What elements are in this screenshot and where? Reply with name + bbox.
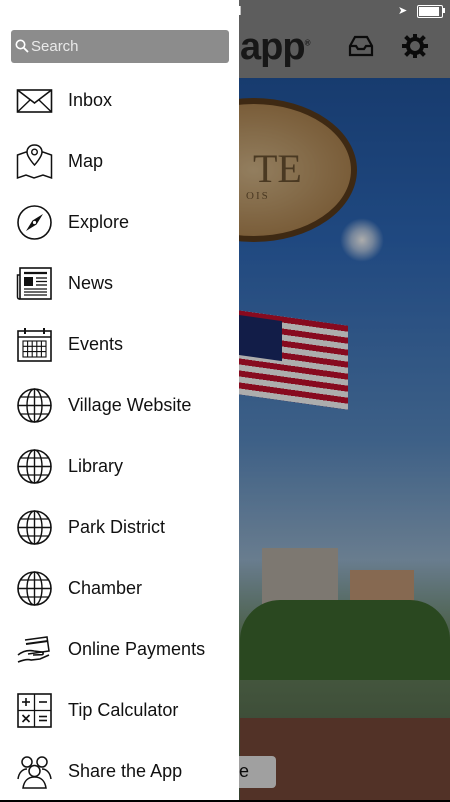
menu-item-label: Map <box>68 151 104 171</box>
menu-item-news[interactable]: News <box>0 253 239 314</box>
search-bar[interactable] <box>11 30 229 63</box>
menu-item-label: Events <box>68 334 124 354</box>
menu-item-chamber[interactable]: Chamber <box>0 558 239 619</box>
newspaper-icon <box>16 267 52 300</box>
search-icon <box>15 39 29 53</box>
menu-item-label: Library <box>68 456 124 476</box>
menu-item-label: Online Payments <box>68 639 206 659</box>
menu-item-library[interactable]: Library <box>0 436 239 497</box>
menu-item-inbox[interactable]: Inbox <box>0 70 239 131</box>
envelope-icon <box>16 89 53 113</box>
menu-item-village-website[interactable]: Village Website <box>0 375 239 436</box>
menu-item-label: News <box>68 273 114 293</box>
battery-tip <box>443 8 445 13</box>
menu-item-label: Share the App <box>68 761 183 781</box>
battery-icon <box>417 5 443 18</box>
menu-item-tip-calculator[interactable]: Tip Calculator <box>0 680 239 741</box>
calculator-icon <box>17 693 52 728</box>
side-drawer: Inbox Map Explore <box>0 0 239 800</box>
calendar-icon <box>17 328 52 362</box>
menu-item-map[interactable]: Map <box>0 131 239 192</box>
search-input[interactable] <box>31 36 221 56</box>
menu-item-label: Chamber <box>68 578 143 598</box>
location-arrow-icon: ➤ <box>398 5 408 17</box>
map-pin-icon <box>16 144 53 180</box>
menu-item-label: Inbox <box>68 90 113 110</box>
menu-item-online-payments[interactable]: Online Payments <box>0 619 239 680</box>
menu-item-share-the-app[interactable]: Share the App <box>0 741 239 802</box>
globe-icon <box>17 571 52 606</box>
menu-item-explore[interactable]: Explore <box>0 192 239 253</box>
globe-icon <box>17 449 52 484</box>
menu-item-events[interactable]: Events <box>0 314 239 375</box>
payment-hand-icon <box>17 636 50 663</box>
menu-list: Inbox Map Explore News Events Village We… <box>0 70 239 802</box>
menu-item-label: Tip Calculator <box>68 700 179 720</box>
globe-icon <box>17 510 52 545</box>
compass-icon <box>17 205 52 240</box>
people-icon <box>17 756 52 789</box>
menu-item-park-district[interactable]: Park District <box>0 497 239 558</box>
globe-icon <box>17 388 52 423</box>
menu-item-label: Park District <box>68 517 166 537</box>
menu-item-label: Village Website <box>68 395 192 415</box>
menu-item-label: Explore <box>68 212 130 232</box>
